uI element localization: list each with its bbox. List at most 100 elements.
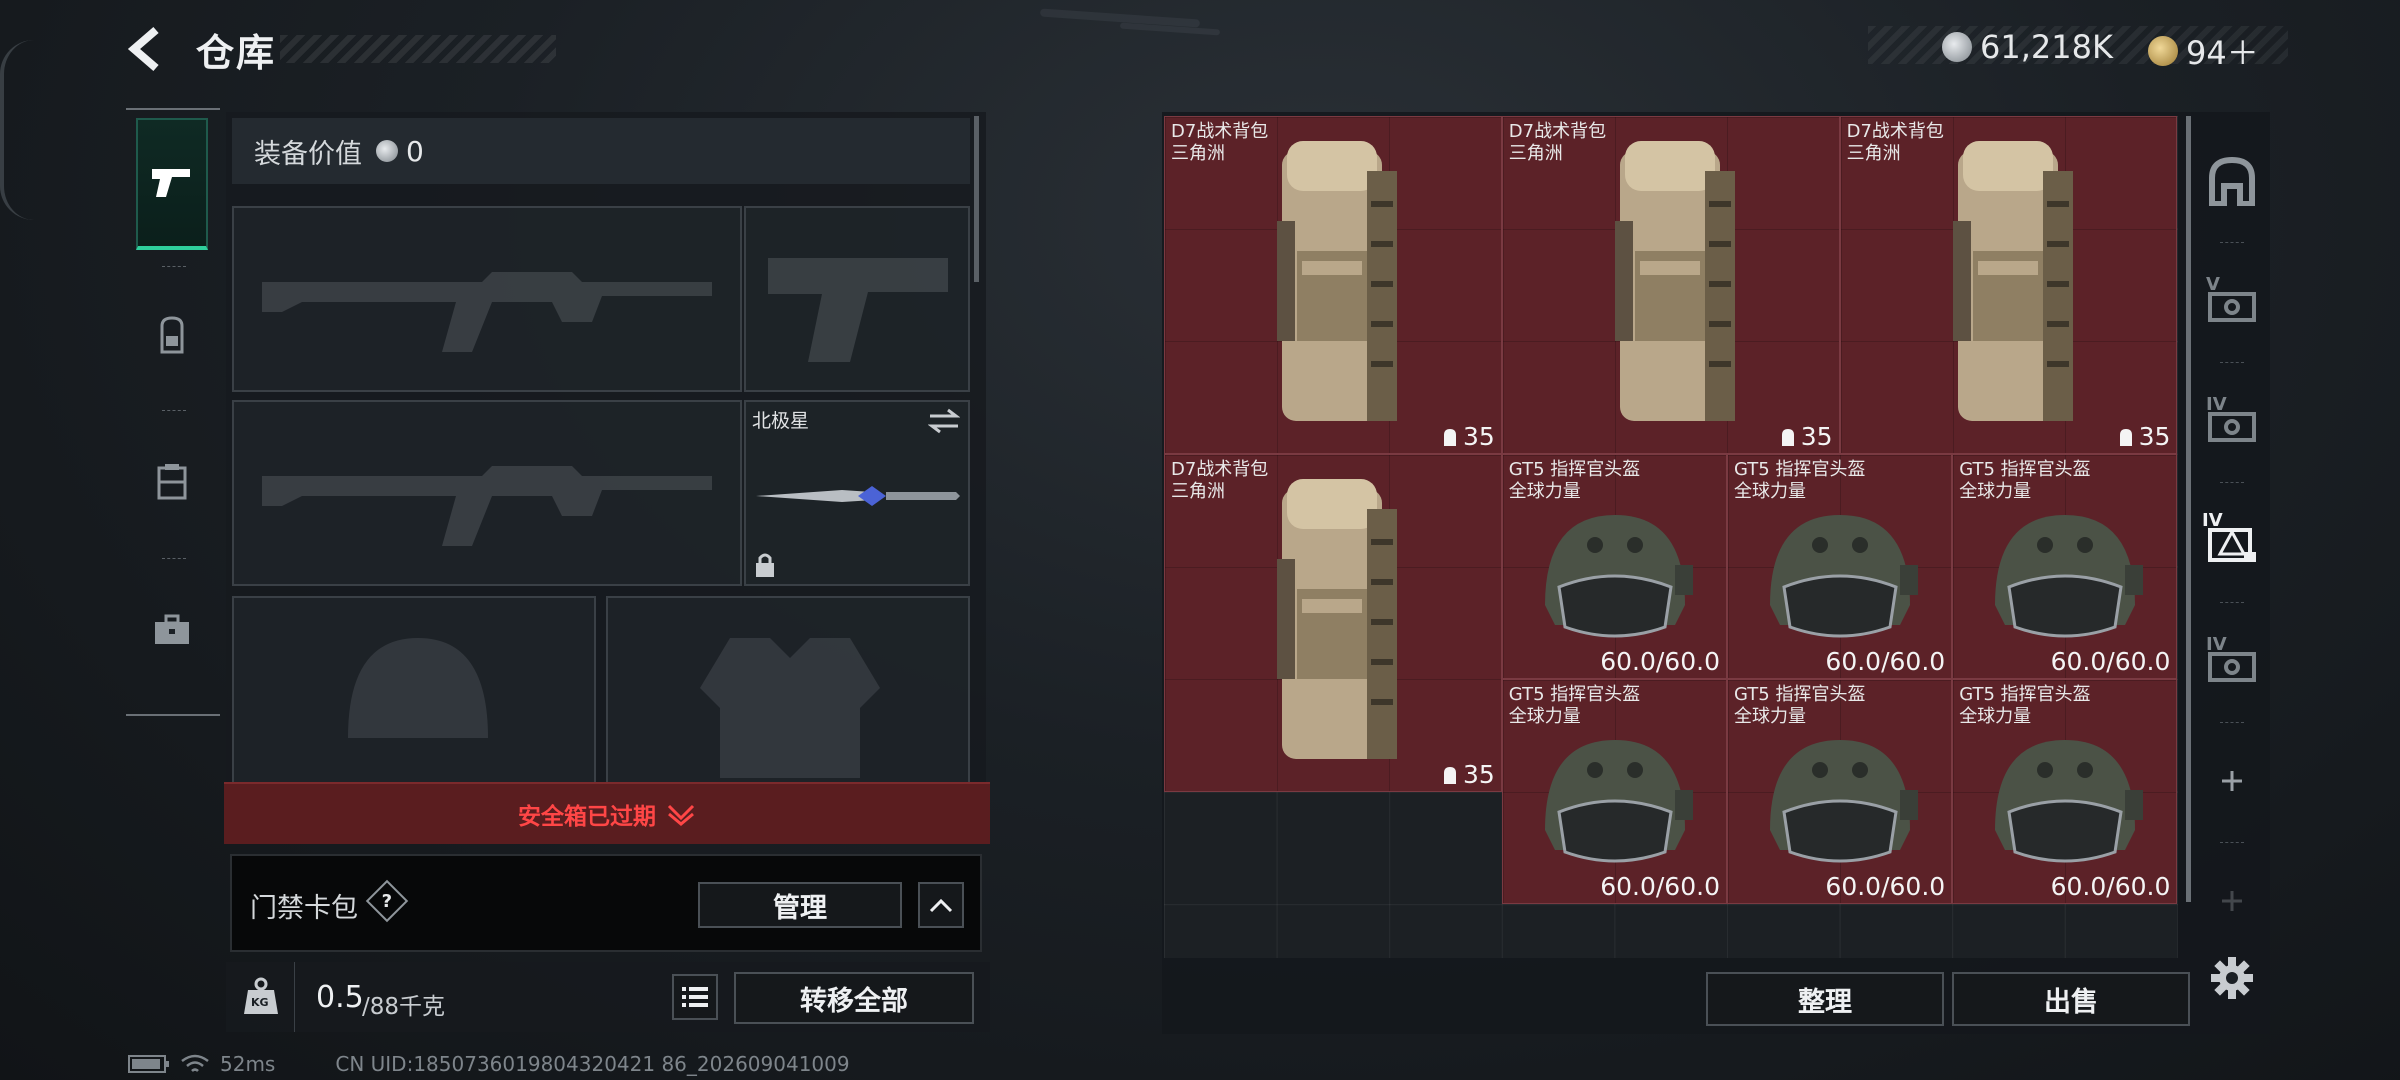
- slot-primary-weapon[interactable]: [232, 206, 742, 392]
- help-icon: ?: [381, 890, 393, 912]
- tab-backpack[interactable]: [136, 270, 208, 402]
- storage-item-backpack[interactable]: D7战术背包 三角洲 35: [1164, 453, 1502, 792]
- item-name-line1: D7战术背包: [1171, 458, 1269, 480]
- storage-item-helmet[interactable]: GT5 指挥官头盔 全球力量 60.0/60.0: [1727, 679, 1953, 905]
- item-name-line1: GT5 指挥官头盔: [1959, 458, 2091, 480]
- slot-helmet[interactable]: [232, 596, 596, 782]
- storage-item-backpack[interactable]: D7战术背包 三角洲 35: [1839, 116, 2178, 454]
- manage-button[interactable]: 管理: [698, 882, 902, 928]
- equip-scrollbar[interactable]: [974, 116, 979, 282]
- tab-case[interactable]: [136, 564, 208, 696]
- sell-label: 出售: [2044, 986, 2098, 1018]
- item-value-text: 60.0/60.0: [1600, 872, 1720, 902]
- slot-pistol[interactable]: [744, 206, 970, 392]
- equipment-value-header: 装备价值 0: [232, 118, 970, 184]
- knife-icon: [756, 486, 960, 506]
- transfer-all-button[interactable]: 转移全部: [734, 972, 974, 1024]
- status-bar: 52ms CN UID:1850736019804320421 86_20260…: [128, 1052, 850, 1076]
- safebox-expired-bar[interactable]: 安全箱已过期: [224, 782, 990, 844]
- slot-melee[interactable]: 北极星: [744, 400, 970, 586]
- item-name-line2: 三角洲: [1171, 480, 1225, 502]
- sort-label: 整理: [1798, 986, 1852, 1018]
- keycard-help-button[interactable]: ?: [365, 879, 409, 923]
- storage-tab-label: V: [2206, 274, 2220, 295]
- item-name-line1: GT5 指挥官头盔: [1734, 458, 1866, 480]
- capacity-bag-icon: [1441, 422, 1463, 451]
- sell-button[interactable]: 出售: [1952, 972, 2190, 1026]
- storage-item-backpack[interactable]: D7战术背包 三角洲 35: [1164, 116, 1502, 454]
- ping: 52ms: [220, 1052, 276, 1076]
- silver-coin-icon: [376, 140, 398, 162]
- item-name-line1: GT5 指挥官头盔: [1508, 458, 1641, 480]
- item-name-line2: 全球力量: [1508, 480, 1581, 502]
- item-durability: 60.0/60.0: [2051, 872, 2171, 901]
- storage-tab-rail: V IV IV IV: [2196, 116, 2268, 916]
- rifle-silhouette-icon: [262, 272, 712, 352]
- tab-chest-rig[interactable]: [136, 416, 208, 548]
- sort-button[interactable]: 整理: [1706, 972, 1944, 1026]
- item-name-line2: 全球力量: [1508, 706, 1581, 727]
- back-button[interactable]: [126, 26, 170, 72]
- slot-secondary-weapon[interactable]: [232, 400, 742, 586]
- storage-item-helmet[interactable]: GT5 指挥官头盔 全球力量 60.0/60.0: [1727, 453, 1953, 679]
- capacity-bag-icon: [1779, 422, 1801, 451]
- item-name: GT5 指挥官头盔 全球力量: [1959, 459, 2090, 503]
- tab-storage-iv-1[interactable]: IV: [2196, 366, 2268, 476]
- item-durability: 60.0/60.0: [1600, 872, 1720, 901]
- home-icon: [2209, 156, 2255, 206]
- capacity-bag-icon: [1441, 760, 1463, 789]
- backpack-image: [1257, 131, 1407, 435]
- item-name-line1: D7战术背包: [1846, 121, 1944, 142]
- add-storage-tab-button[interactable]: [2196, 726, 2268, 836]
- weight-bar: KG 0.5 /88千克 转移全部: [226, 962, 990, 1032]
- storage-item-helmet[interactable]: GT5 指挥官头盔 全球力量 60.0/60.0: [1952, 679, 2178, 905]
- item-name-line2: 全球力量: [1959, 706, 2032, 727]
- tab-storage-home[interactable]: [2196, 126, 2268, 236]
- item-name: D7战术背包 三角洲: [1171, 121, 1268, 165]
- currency-silver: 61,218K: [1980, 28, 2113, 66]
- armor-silhouette-icon: [700, 638, 880, 778]
- storage-item-backpack[interactable]: D7战术背包 三角洲 35: [1501, 116, 1840, 454]
- plus-icon: [2222, 771, 2242, 791]
- storage-item-helmet[interactable]: GT5 指挥官头盔 全球力量 60.0/60.0: [1501, 679, 1727, 905]
- item-name: D7战术背包 三角洲: [1509, 121, 1606, 165]
- storage-scrollbar[interactable]: [2186, 116, 2191, 902]
- collapse-button[interactable]: [918, 882, 964, 928]
- back-arrow-icon: [127, 26, 159, 72]
- item-durability: 60.0/60.0: [1825, 872, 1945, 901]
- melee-name: 北极星: [752, 410, 810, 432]
- currency-bar: 61,218K 94＋: [1868, 26, 2288, 72]
- currency-gold: 94＋: [2186, 34, 2259, 72]
- swap-icon[interactable]: [928, 408, 960, 434]
- equipment-value-label: 装备价值: [254, 138, 362, 170]
- storage-tab-icon: IV: [2206, 394, 2258, 444]
- weight-max: /88千克: [362, 994, 446, 1020]
- page-title: 仓库: [196, 31, 277, 75]
- wifi-icon: [181, 1054, 209, 1072]
- tab-storage-iv-3[interactable]: IV: [2196, 606, 2268, 716]
- safebox-status: 安全箱已过期: [518, 804, 656, 830]
- item-durability: 60.0/60.0: [1600, 647, 1720, 676]
- helmet-image: [1750, 720, 1930, 874]
- item-capacity: 35: [1779, 422, 1833, 451]
- slot-armor[interactable]: [606, 596, 970, 782]
- backpack-image: [1595, 131, 1745, 435]
- item-capacity: 35: [1441, 422, 1495, 451]
- tab-weapons[interactable]: [136, 118, 208, 250]
- settings-button[interactable]: [2210, 956, 2254, 1000]
- item-value-text: 60.0/60.0: [2050, 646, 2171, 676]
- list-view-button[interactable]: [672, 974, 718, 1020]
- item-durability: 60.0/60.0: [1825, 647, 1945, 676]
- helmet-image: [1975, 720, 2155, 874]
- helmet-image: [1975, 495, 2155, 649]
- tab-storage-v[interactable]: V: [2196, 246, 2268, 356]
- tab-storage-iv-2[interactable]: IV: [2196, 486, 2268, 596]
- item-capacity: 35: [1441, 760, 1495, 789]
- gold-coin-icon: [2148, 36, 2178, 66]
- storage-item-helmet[interactable]: GT5 指挥官头盔 全球力量 60.0/60.0: [1501, 453, 1727, 679]
- item-name-line2: 三角洲: [1508, 143, 1563, 164]
- item-name-line1: GT5 指挥官头盔: [1508, 684, 1641, 705]
- manage-label: 管理: [773, 892, 827, 924]
- storage-item-helmet[interactable]: GT5 指挥官头盔 全球力量 60.0/60.0: [1952, 453, 2178, 679]
- add-storage-tab-button-disabled[interactable]: [2196, 846, 2268, 956]
